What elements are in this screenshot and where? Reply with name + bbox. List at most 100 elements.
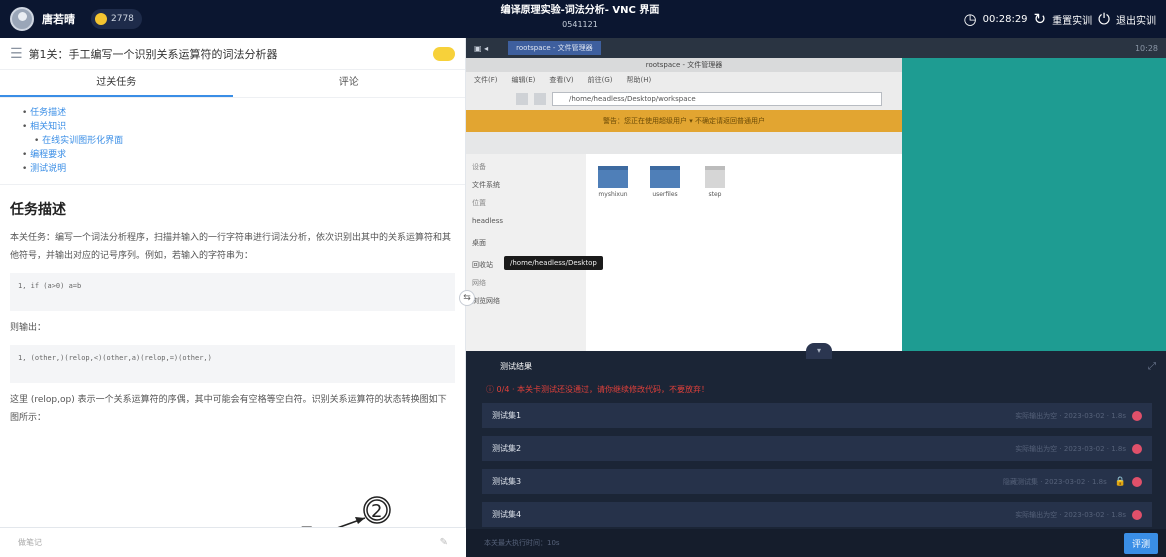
back-icon[interactable] <box>516 93 528 105</box>
test-case-4[interactable]: 测试集4 实际输出为空 · 2023-03-02 · 1.8s <box>482 502 1152 527</box>
toc-item-knowledge[interactable]: 相关知识 <box>22 120 443 134</box>
taskbar-app[interactable]: rootspace - 文件管理器 <box>508 41 601 55</box>
edit-icon[interactable]: ✎ <box>440 537 448 548</box>
coin-icon <box>95 13 107 25</box>
tab-tasks[interactable]: 过关任务 <box>0 70 233 97</box>
note-input[interactable]: 做笔记 ✎ <box>0 527 466 557</box>
folder-label: myshixun <box>598 191 628 198</box>
collapse-panel-button[interactable]: ⇆ <box>459 290 475 306</box>
fm-file-area: myshixun userfiles step <box>586 154 902 351</box>
code-block-output: 1, (other,)(relop,<)(other,a)(relop,=)(o… <box>10 345 455 383</box>
page-title: 编译原理实验-词法分析- VNC 界面 0541121 <box>460 4 700 32</box>
chevron-down-icon[interactable]: ▾ <box>806 343 832 359</box>
coin-count: 2778 <box>111 14 134 24</box>
fail-icon <box>1132 443 1142 454</box>
file-icon <box>705 166 725 188</box>
sidebar-group-devices: 设备 <box>472 163 486 171</box>
subtitle-text: 0541121 <box>562 20 598 29</box>
tab-comments[interactable]: 评论 <box>233 70 466 97</box>
file-step[interactable]: step <box>698 166 732 198</box>
taskbar-clock: 10:28 <box>1134 43 1158 53</box>
folder-icon <box>650 166 680 188</box>
test-case-2[interactable]: 测试集2 实际输出为空 · 2023-03-02 · 1.8s <box>482 436 1152 461</box>
fm-menu-edit[interactable]: 编辑(E) <box>512 75 536 85</box>
username[interactable]: 唐若晴 <box>42 11 75 27</box>
fm-menu-help[interactable]: 帮助(H) <box>627 75 652 85</box>
menu-icon[interactable]: ☰ <box>10 46 23 62</box>
test-warning: ⓘ 0/4 · 本关卡测试还没通过，请你继续修改代码，不要放弃！ <box>486 385 710 394</box>
expand-icon[interactable]: ⤢ <box>1148 361 1156 372</box>
folder-label: userfiles <box>652 191 678 198</box>
test-case-label: 测试集1 <box>492 411 522 420</box>
fm-menu-view[interactable]: 查看(V) <box>549 75 573 85</box>
toc-item-requirements[interactable]: 编程要求 <box>22 148 443 162</box>
folder-myshixun[interactable]: myshixun <box>596 166 630 198</box>
output-label: 则输出： <box>10 323 47 333</box>
test-case-meta: 隐藏测试集 · 2023-03-02 · 1.8s <box>1002 477 1107 486</box>
test-case-3[interactable]: 测试集3 隐藏测试集 · 2023-03-02 · 1.8s 🔒 <box>482 469 1152 494</box>
test-case-meta: 实际输出为空 · 2023-03-02 · 1.8s <box>1015 510 1126 519</box>
task-panel: ☰ 第1关：手工编写一个识别关系运算符的词法分析器 过关任务 评论 任务描述 相… <box>0 38 466 557</box>
test-case-1[interactable]: 测试集1 实际输出为空 · 2023-03-02 · 1.8s <box>482 403 1152 428</box>
test-case-label: 测试集3 <box>492 477 522 486</box>
level-title: 第1关：手工编写一个识别关系运算符的词法分析器 <box>28 47 278 61</box>
fm-path-bar[interactable]: /home/headless/Desktop/workspace <box>552 92 882 106</box>
task-tabs: 过关任务 评论 <box>0 70 465 98</box>
code-block-input: 1, if (a>0) a=b <box>10 273 455 311</box>
toc-item-task[interactable]: 任务描述 <box>22 106 443 120</box>
sidebar-item-home[interactable]: headless <box>472 210 580 232</box>
evaluate-button[interactable]: 评测 <box>1123 532 1158 554</box>
section-title: 任务描述 <box>10 202 66 218</box>
file-manager-window: rootspace - 文件管理器 文件(F) 编辑(E) 查看(V) 前往(G… <box>466 58 902 351</box>
fm-title: rootspace - 文件管理器 <box>466 58 902 72</box>
relop-description: 这里 (relop,op) 表示一个关系运算符的序偶，其中可能会有空格等空白符。… <box>10 395 447 423</box>
toggle-pill[interactable] <box>433 46 455 61</box>
launcher-icon[interactable]: ▣ ◂ <box>474 44 488 53</box>
test-case-meta: 实际输出为空 · 2023-03-02 · 1.8s <box>1015 411 1126 420</box>
state-2-label: 2 <box>371 501 382 522</box>
fm-toolbar: /home/headless/Desktop/workspace <box>466 88 902 110</box>
avatar[interactable] <box>10 7 34 31</box>
test-case-meta: 实际输出为空 · 2023-03-02 · 1.8s <box>1015 444 1126 453</box>
test-case-label: 测试集2 <box>492 444 522 453</box>
task-description: 本关任务：编写一个词法分析程序，扫描并输入的一行字符串进行词法分析，依次识别出其… <box>10 233 452 261</box>
path-tooltip: /home/headless/Desktop <box>504 256 603 270</box>
folder-userfiles[interactable]: userfiles <box>648 166 682 198</box>
sidebar-group-network: 网络 <box>472 279 486 287</box>
sidebar-item-filesystem[interactable]: 文件系统 <box>472 174 580 196</box>
level-header: ☰ 第1关：手工编写一个识别关系运算符的词法分析器 <box>0 38 465 70</box>
title-text: 编译原理实验-词法分析- VNC 界面 <box>500 5 660 16</box>
tab-test-results[interactable]: 测试结果 <box>500 361 532 372</box>
clock-icon: ◷ <box>963 9 977 28</box>
table-of-contents: 任务描述 相关知识 在线实训图形化界面 编程要求 测试说明 <box>0 98 465 185</box>
toc-item-vnc[interactable]: 在线实训图形化界面 <box>22 134 443 148</box>
test-results-panel: ▾ 测试结果 ⤢ ⓘ 0/4 · 本关卡测试还没通过，请你继续修改代码，不要放弃… <box>466 343 1166 557</box>
top-actions: ◷ 00:28:29 ↻ 重置实训 ⏻ 退出实训 <box>964 0 1156 38</box>
test-case-label: 测试集4 <box>492 510 522 519</box>
vnc-panel: ▣ ◂ rootspace - 文件管理器 10:28 rootspace - … <box>466 38 1166 557</box>
fail-icon <box>1132 509 1142 520</box>
fm-menu-file[interactable]: 文件(F) <box>474 75 498 85</box>
exit-button[interactable]: 退出实训 <box>1116 12 1156 27</box>
sidebar-group-places: 位置 <box>472 199 486 207</box>
time-limit: 本关最大执行时间：10s <box>484 539 560 547</box>
task-content: 任务描述 本关任务：编写一个词法分析程序，扫描并输入的一行字符串进行词法分析，依… <box>0 185 465 427</box>
folder-icon <box>598 166 628 188</box>
coin-badge[interactable]: 2778 <box>91 9 142 29</box>
sidebar-item-desktop[interactable]: 桌面 <box>472 232 580 254</box>
toc-item-testing[interactable]: 测试说明 <box>22 162 443 176</box>
top-bar: 唐若晴 2778 编译原理实验-词法分析- VNC 界面 0541121 ◷ 0… <box>0 0 1166 38</box>
arrowhead-1 <box>355 517 365 524</box>
folder-icon[interactable] <box>534 93 546 105</box>
fm-menubar: 文件(F) 编辑(E) 查看(V) 前往(G) 帮助(H) <box>466 72 902 88</box>
vnc-screen[interactable]: ▣ ◂ rootspace - 文件管理器 10:28 rootspace - … <box>466 38 1166 351</box>
fail-icon <box>1132 410 1142 421</box>
reset-icon[interactable]: ↻ <box>1034 11 1047 27</box>
vnc-taskbar: ▣ ◂ rootspace - 文件管理器 10:28 <box>466 38 1166 58</box>
fm-sidebar: 设备 文件系统 位置 headless 桌面 回收站 网络 浏览网络 <box>466 154 586 351</box>
fm-menu-go[interactable]: 前往(G) <box>588 75 613 85</box>
power-icon[interactable]: ⏻ <box>1098 11 1110 27</box>
sidebar-item-browse-network[interactable]: 浏览网络 <box>472 290 580 312</box>
reset-button[interactable]: 重置实训 <box>1052 12 1092 27</box>
lock-icon: 🔒 <box>1114 476 1126 487</box>
